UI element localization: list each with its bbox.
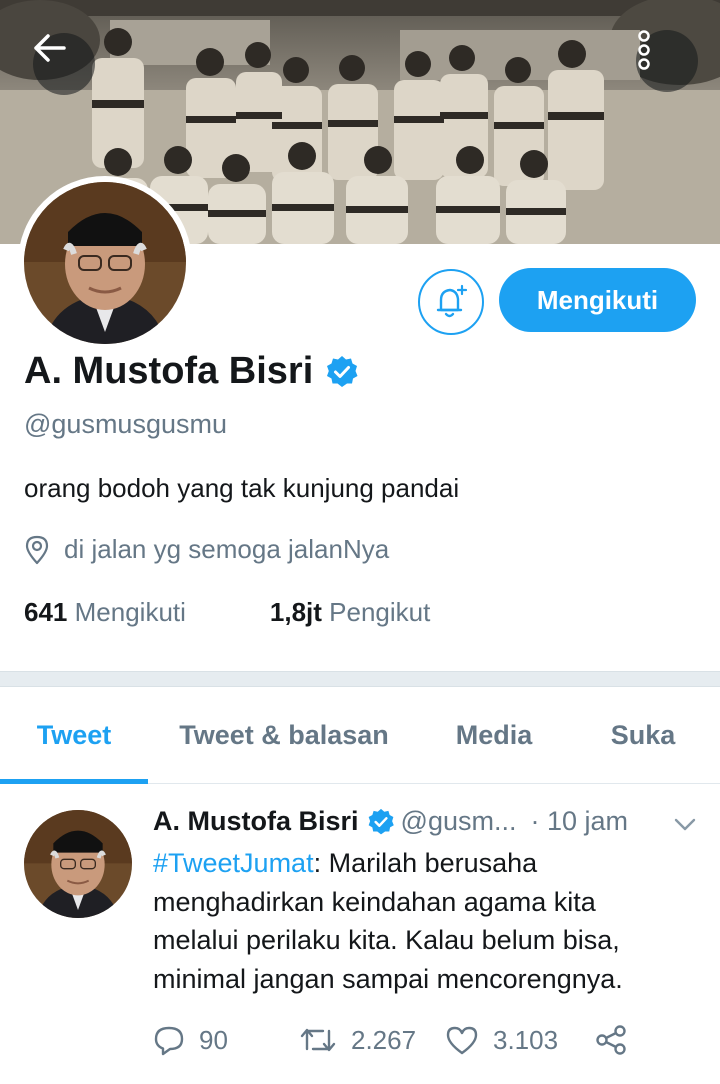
verified-badge-icon: [327, 355, 358, 387]
vertical-dots-icon: [638, 30, 650, 70]
profile-bio: orang bodoh yang tak kunjung pandai: [24, 473, 460, 503]
following-label: Mengikuti: [74, 597, 186, 627]
tab-likes[interactable]: Suka: [568, 687, 718, 784]
notifications-button[interactable]: [418, 269, 484, 335]
avatar-photo: [24, 182, 186, 344]
following-button[interactable]: Mengikuti: [499, 268, 696, 332]
tweet-body: #TweetJumat: Marilah berusaha menghadirk…: [153, 844, 673, 998]
share-icon: [596, 1025, 626, 1055]
display-name: A. Mustofa Bisri: [24, 350, 314, 392]
tweet-hashtag[interactable]: #TweetJumat: [153, 848, 314, 878]
followers-count: 1,8jt: [269, 597, 322, 627]
tweet-author-name[interactable]: A. Mustofa Bisri: [153, 806, 359, 837]
bell-plus-icon: [436, 284, 468, 318]
followers-label: Pengikut: [329, 597, 431, 627]
reply-button[interactable]: 90: [153, 1020, 228, 1060]
retweet-count: 2.267: [351, 1024, 417, 1055]
tweet-timestamp[interactable]: · 10 jam: [530, 806, 628, 837]
location-text: di jalan yg semoga jalanNya: [64, 534, 390, 564]
retweet-icon: [300, 1028, 336, 1052]
arrow-left-icon: [34, 34, 66, 62]
profile-stats: 641 Mengikuti 1,8jt Pengikut: [24, 597, 430, 628]
share-button[interactable]: [595, 1020, 627, 1060]
back-button[interactable]: [33, 33, 95, 95]
tab-tweet-replies[interactable]: Tweet & balasan: [148, 687, 420, 784]
tab-tweet[interactable]: Tweet: [0, 687, 148, 784]
profile-avatar[interactable]: [18, 176, 192, 350]
avatar-photo: [24, 810, 132, 918]
section-divider: [0, 671, 720, 687]
following-count: 641: [24, 597, 68, 627]
reply-count: 90: [199, 1024, 228, 1055]
like-count: 3.103: [493, 1024, 559, 1055]
tweet-author-avatar[interactable]: [24, 810, 132, 918]
heart-icon: [446, 1026, 478, 1055]
location-pin-icon: [25, 535, 49, 564]
chevron-down-icon: [674, 818, 696, 831]
tweet-menu-button[interactable]: [674, 818, 696, 837]
profile-handle: @gusmusgusmu: [24, 409, 227, 439]
more-options-button[interactable]: [636, 30, 698, 92]
tab-media[interactable]: Media: [420, 687, 568, 784]
profile-location: di jalan yg semoga jalanNya: [24, 534, 389, 565]
tweet-actions: 90 2.267 3.103: [153, 1020, 653, 1060]
like-button[interactable]: 3.103: [445, 1020, 558, 1060]
verified-badge-icon: [368, 808, 394, 834]
followers-stat[interactable]: 1,8jt Pengikut: [270, 597, 430, 628]
active-tab-indicator: [0, 779, 148, 784]
tweet-header: A. Mustofa Bisri @gusm... · 10 jam: [153, 806, 628, 837]
profile-tabs: Tweet Tweet & balasan Media Suka: [0, 687, 720, 784]
reply-icon: [154, 1026, 184, 1056]
retweet-button[interactable]: 2.267: [299, 1020, 416, 1060]
following-stat[interactable]: 641 Mengikuti: [24, 597, 186, 628]
tweet-author-handle[interactable]: @gusm...: [401, 806, 517, 837]
profile-name-row: A. Mustofa Bisri: [24, 350, 359, 393]
